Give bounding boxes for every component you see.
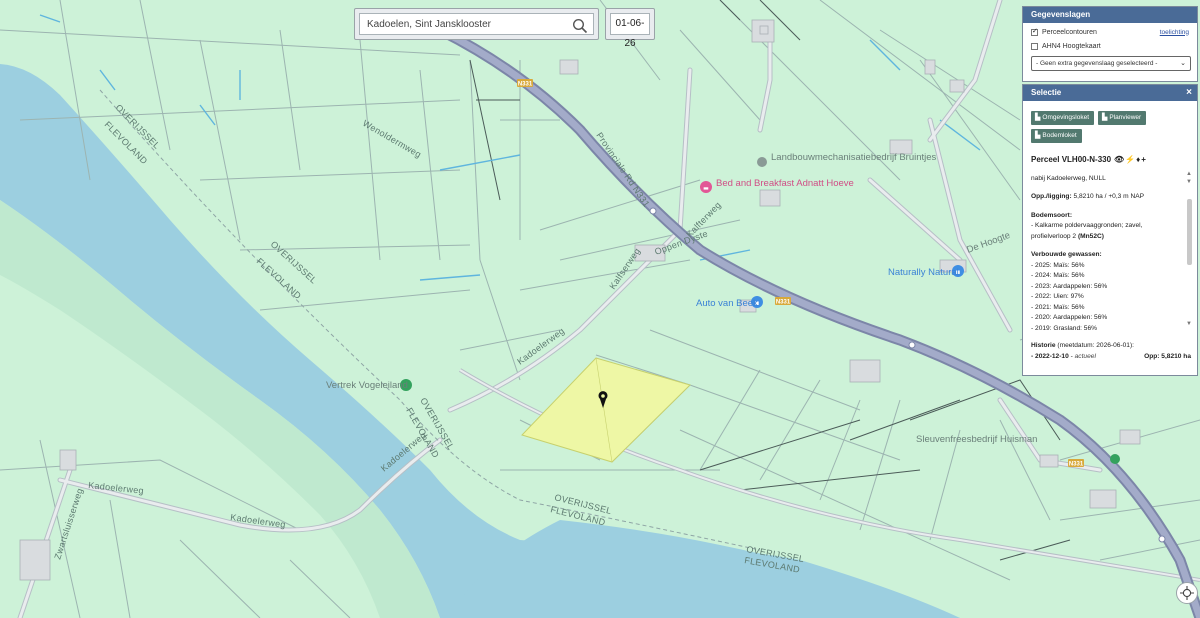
parcel-history: Historie (meetdatum: 2026-06-01): - 2022…	[1031, 342, 1191, 360]
parcel-details: Perceel VLH00-N-330 👁⚡♦+ nabij Kadoelerw…	[1031, 155, 1181, 330]
svg-text:Naturally Natural: Naturally Natural	[888, 267, 959, 278]
layers-panel: Gegevenslagen Perceelcontouren toelichti…	[1022, 6, 1198, 82]
layers-panel-title: Gegevenslagen	[1023, 7, 1197, 23]
search-icon[interactable]	[572, 18, 588, 34]
date-field[interactable]: 01-06-26	[610, 13, 650, 49]
omgevingsloket-button[interactable]: ▙ Omgevingsloket	[1031, 111, 1094, 125]
svg-text:Auto van Beek: Auto van Beek	[696, 298, 758, 309]
parcel-area: Opp./ligging: 5,8210 ha / +0,3 m NAP	[1031, 193, 1145, 200]
crop-item: - 2020: Aardappelen: 56%	[1031, 314, 1108, 321]
pin-icon	[757, 157, 767, 167]
link-buttons: ▙ Omgevingsloket ▙ Planviewer ▙ Bodemloket	[1023, 101, 1197, 143]
selection-panel-title: Selectie	[1031, 88, 1062, 97]
extra-layer-select[interactable]: - Geen extra gegevenslaag geselecteerd -…	[1031, 56, 1191, 71]
details-scrollbar[interactable]: ▲ ▼ ▼	[1186, 171, 1193, 331]
crop-item: - 2019: Grasland: 56%	[1031, 324, 1097, 330]
parcel-crops: Verbouwde gewassen: - 2025: Maïs: 56% - …	[1031, 250, 1181, 330]
parcel-location: nabij Kadoelerweg, NULL	[1031, 174, 1106, 182]
junction-dot	[908, 341, 916, 349]
poi-naturally-natural[interactable]: ▪ Naturally Natural	[888, 265, 964, 278]
checkbox-perceelcontouren[interactable]	[1031, 27, 1038, 36]
parcel-action-icons[interactable]: 👁⚡♦+	[1114, 155, 1147, 166]
svg-text:N331: N331	[776, 300, 791, 306]
crosshair-icon	[1180, 586, 1194, 600]
crop-item: - 2022: Uien: 97%	[1031, 293, 1084, 300]
close-icon[interactable]: ×	[1186, 85, 1192, 101]
crop-item: - 2025: Maïs: 56%	[1031, 261, 1085, 269]
layer-row-ahn4[interactable]: AHN4 Hoogtekaart	[1023, 37, 1197, 51]
scroll-up-icon[interactable]: ▲	[1186, 171, 1192, 177]
parcel-soil: Bodemsoort: - Kalkarme poldervaaggronden…	[1031, 211, 1143, 240]
building-icon: ▙	[1035, 114, 1041, 121]
junction-dot	[1158, 535, 1166, 543]
search-input[interactable]	[359, 13, 594, 35]
planviewer-button[interactable]: ▙ Planviewer	[1098, 111, 1147, 125]
building-icon: ▙	[1102, 114, 1108, 121]
bodemloket-button[interactable]: ▙ Bodemloket	[1031, 129, 1082, 143]
svg-text:Bed and Breakfast Adnatt Hoeve: Bed and Breakfast Adnatt Hoeve	[716, 178, 854, 189]
road-shield-2: N331	[775, 297, 791, 306]
layer-row-perceelcontouren[interactable]: Perceelcontouren toelichting	[1023, 23, 1197, 37]
scroll-up-icon[interactable]: ▼	[1186, 179, 1192, 185]
layer-label: Perceelcontouren	[1042, 28, 1097, 36]
building-icon: ▙	[1035, 132, 1041, 139]
checkbox-ahn4[interactable]	[1031, 42, 1038, 50]
poi-auto-van-beek[interactable]: ▪ Auto van Beek	[696, 296, 763, 309]
svg-text:Landbouwmechanisatiebedrijf Br: Landbouwmechanisatiebedrijf Bruintjes	[771, 152, 937, 163]
layer-label: AHN4 Hoogtekaart	[1042, 42, 1101, 50]
crop-item: - 2021: Maïs: 56%	[1031, 303, 1085, 311]
search-bar	[354, 8, 599, 40]
crop-item: - 2023: Aardappelen: 56%	[1031, 282, 1108, 290]
selection-panel-header: Selectie ×	[1023, 85, 1197, 101]
svg-text:Vertrek Vogeleiland: Vertrek Vogeleiland	[326, 380, 408, 391]
svg-text:N331: N331	[1069, 462, 1084, 468]
selection-panel: Selectie × ▙ Omgevingsloket ▙ Planviewer ▙…	[1022, 84, 1198, 376]
junction-dot	[649, 207, 657, 215]
scroll-thumb[interactable]	[1187, 199, 1192, 265]
select-value: - Geen extra gegevenslaag geselecteerd -	[1036, 60, 1158, 67]
road-shield-1: N331	[517, 79, 533, 88]
pin-icon	[1110, 454, 1120, 464]
parcel-title: Perceel VLH00-N-330 👁⚡♦+	[1031, 155, 1147, 166]
crop-item: - 2024: Maïs: 56%	[1031, 272, 1085, 279]
svg-text:N331: N331	[518, 82, 533, 88]
date-picker: 01-06-26	[605, 8, 655, 49]
poi-vertrek-vogeleiland[interactable]: Vertrek Vogeleiland	[326, 379, 412, 391]
road-shield-3: N331	[1068, 459, 1084, 468]
chevron-down-icon: ⌄	[1180, 60, 1186, 67]
locate-button[interactable]	[1176, 582, 1198, 604]
scroll-down-icon[interactable]: ▼	[1186, 321, 1192, 327]
toelichting-link[interactable]: toelichting	[1160, 29, 1189, 36]
svg-text:▬: ▬	[703, 185, 709, 192]
svg-text:Sleuvenfreesbedrijf Huisman: Sleuvenfreesbedrijf Huisman	[916, 434, 1037, 445]
map-canvas[interactable]: N331 N331 N331 Provinciale Rd N331 Kadoe…	[0, 0, 1200, 618]
